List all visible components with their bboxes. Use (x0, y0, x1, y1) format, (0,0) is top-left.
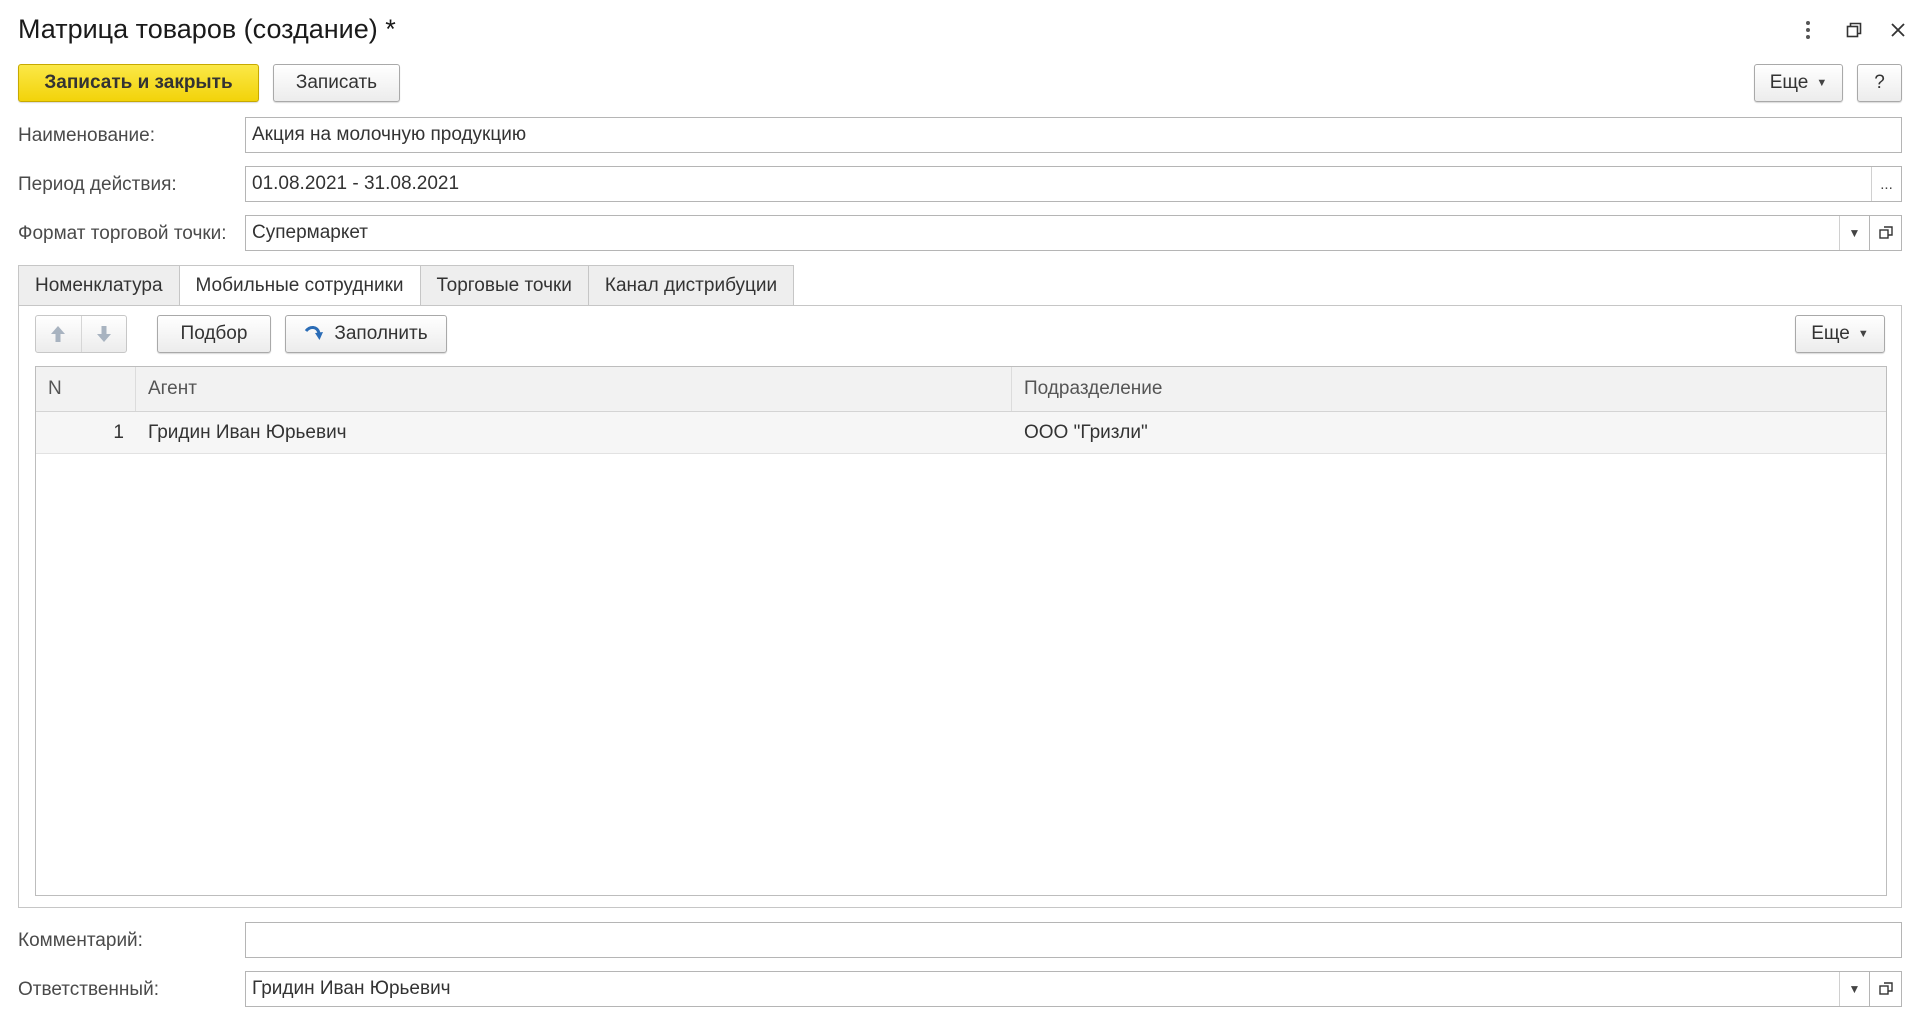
close-icon[interactable] (1882, 14, 1914, 46)
tab-nomenclature[interactable]: Номенклатура (18, 265, 179, 306)
table-row[interactable]: 1 Гридин Иван Юрьевич ООО "Гризли" (36, 412, 1886, 454)
period-field[interactable]: 01.08.2021 - 31.08.2021 ... (245, 166, 1902, 202)
pick-button[interactable]: Подбор (157, 315, 271, 353)
column-header-n[interactable]: N (36, 367, 136, 411)
more-vertical-icon[interactable] (1792, 14, 1824, 46)
save-button[interactable]: Записать (273, 64, 400, 102)
caret-down-icon: ▼ (1857, 328, 1869, 340)
table-header: N Агент Подразделение (36, 367, 1886, 412)
open-icon[interactable] (1870, 971, 1902, 1007)
panel-more-button-label: Еще (1811, 323, 1850, 344)
period-select-button[interactable]: ... (1871, 167, 1901, 201)
more-button-label: Еще (1769, 72, 1809, 93)
period-value: 01.08.2021 - 31.08.2021 (252, 173, 460, 194)
employees-table: N Агент Подразделение 1 Гридин Иван Юрье… (35, 366, 1887, 896)
name-value: Акция на молочную продукцию (252, 124, 527, 145)
help-button[interactable]: ? (1857, 64, 1902, 102)
window-title: Матрица товаров (создание) * (18, 14, 396, 44)
column-header-agent[interactable]: Агент (136, 367, 1012, 411)
form-window: Матрица товаров (создание) * Записать и … (0, 0, 1920, 1016)
cell-department: ООО "Гризли" (1024, 421, 1148, 443)
column-header-department[interactable]: Подразделение (1012, 367, 1886, 411)
arrow-down-icon[interactable] (80, 316, 127, 352)
fill-button-label: Заполнить (334, 323, 428, 344)
comment-field[interactable] (245, 922, 1902, 958)
cell-agent: Гридин Иван Юрьевич (148, 421, 347, 443)
name-field[interactable]: Акция на молочную продукцию (245, 117, 1902, 153)
chevron-down-icon[interactable]: ▼ (1839, 216, 1869, 250)
responsible-label: Ответственный: (18, 979, 159, 1000)
format-value: Супермаркет (252, 222, 369, 243)
period-label: Период действия: (18, 174, 177, 195)
comment-label: Комментарий: (18, 930, 143, 951)
move-buttons (35, 315, 127, 353)
chevron-down-icon[interactable]: ▼ (1839, 972, 1869, 1006)
format-field[interactable]: Супермаркет ▼ (245, 215, 1870, 251)
more-button[interactable]: Еще ▼ (1754, 64, 1843, 102)
save-and-close-button[interactable]: Записать и закрыть (18, 64, 259, 102)
fill-arrow-icon (304, 325, 324, 343)
caret-down-icon: ▼ (1816, 77, 1828, 89)
tab-trade-points[interactable]: Торговые точки (419, 265, 588, 306)
open-icon[interactable] (1870, 215, 1902, 251)
responsible-value: Гридин Иван Юрьевич (252, 978, 451, 999)
panel-more-button[interactable]: Еще ▼ (1795, 315, 1885, 353)
cell-n: 1 (113, 421, 124, 443)
responsible-field[interactable]: Гридин Иван Юрьевич ▼ (245, 971, 1870, 1007)
tab-bar: Номенклатура Мобильные сотрудники Торгов… (18, 265, 795, 307)
format-label: Формат торговой точки: (18, 223, 227, 244)
arrow-up-icon[interactable] (36, 316, 81, 352)
tab-mobile-employees[interactable]: Мобильные сотрудники (178, 265, 420, 307)
fill-button[interactable]: Заполнить (285, 315, 447, 353)
tab-panel: Подбор Заполнить Еще ▼ N Агент Подраздел… (18, 305, 1902, 908)
tab-distribution-channel[interactable]: Канал дистрибуции (587, 265, 795, 306)
restore-window-icon[interactable] (1838, 14, 1870, 46)
name-label: Наименование: (18, 125, 155, 146)
